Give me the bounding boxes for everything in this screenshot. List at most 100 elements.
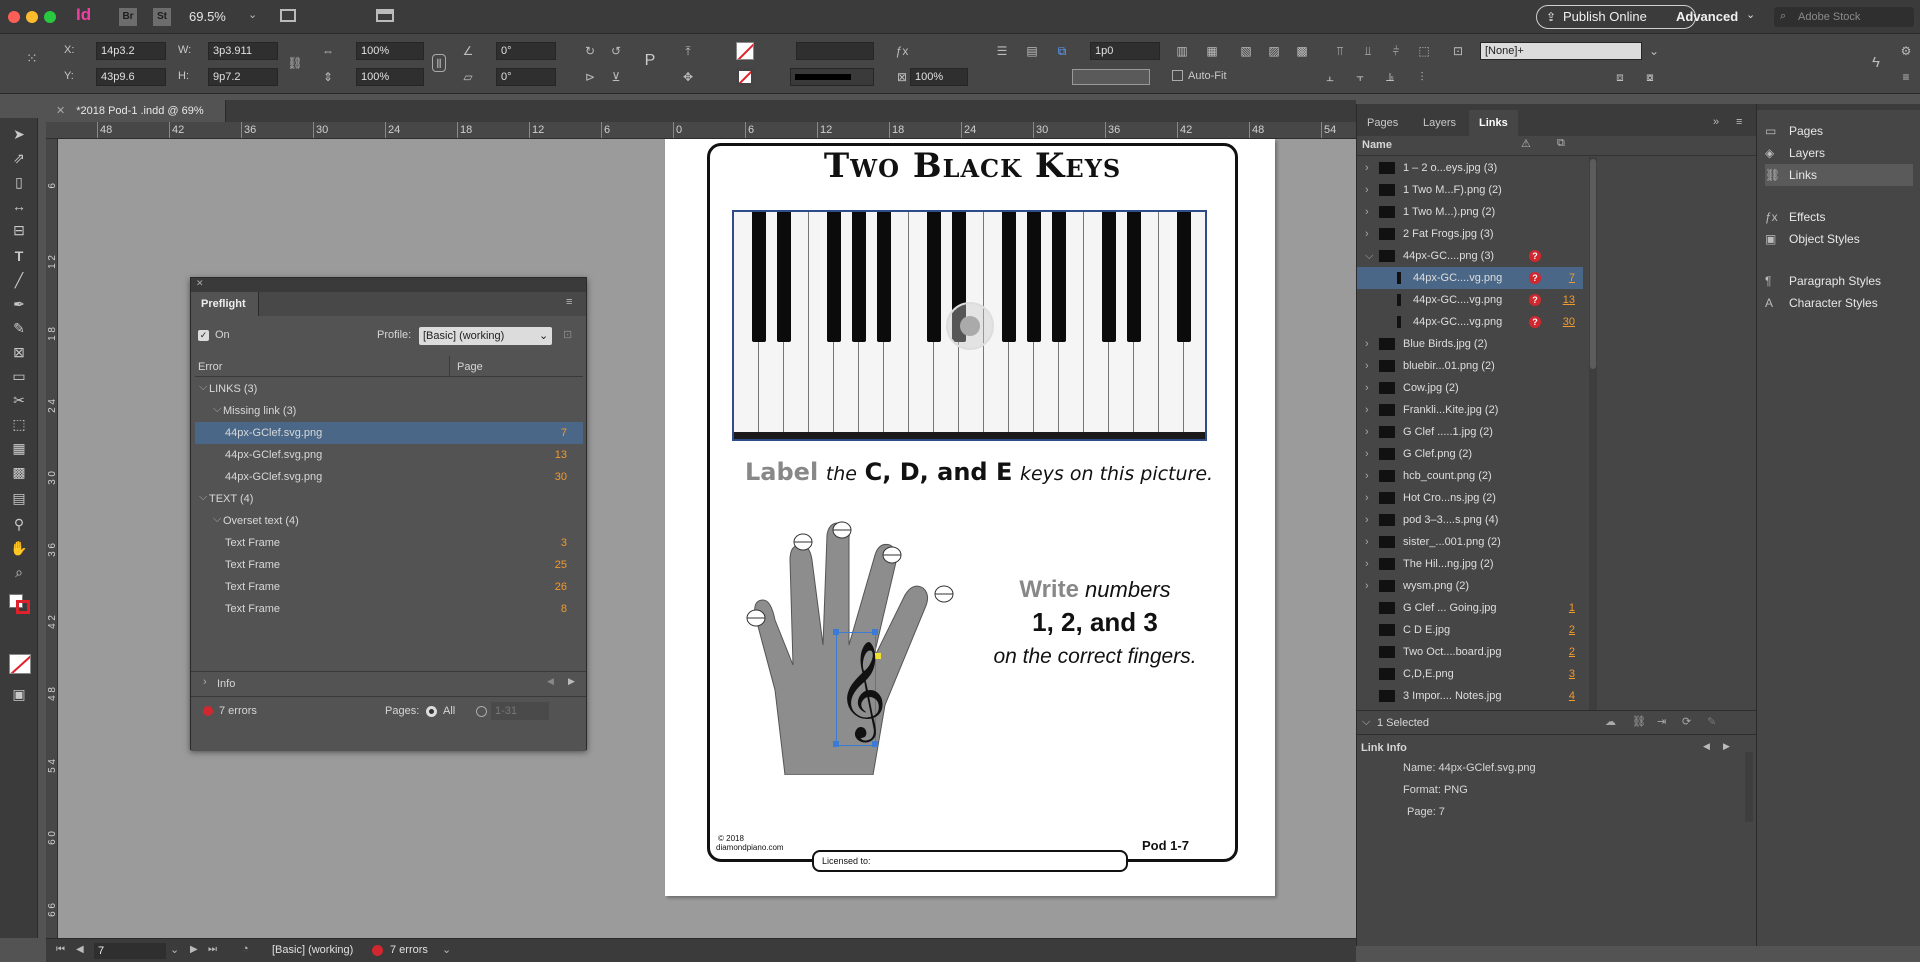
info-scrollbar[interactable]	[1745, 752, 1753, 822]
link-row[interactable]: 44px-GC....vg.png? 13	[1357, 289, 1583, 311]
close-tab-icon[interactable]: ✕	[56, 105, 65, 117]
align-bottom-edge-icon[interactable]: ⫡	[1380, 68, 1400, 86]
page-column-icon[interactable]: ⧉	[1557, 137, 1565, 150]
type-tool-icon[interactable]: T	[9, 246, 29, 266]
screen-mode-icon[interactable]: ▣	[9, 684, 29, 704]
link-row[interactable]: › wysm.png (2)	[1357, 575, 1583, 597]
panel-button-character-styles[interactable]: A Character Styles	[1765, 292, 1913, 314]
stock-button[interactable]: St	[153, 8, 171, 26]
prev-page-icon[interactable]: ◀	[76, 944, 84, 955]
link-row[interactable]: › Blue Birds.jpg (2)	[1357, 333, 1583, 355]
rectangle-frame-tool-icon[interactable]: ⊠	[9, 342, 29, 362]
object-style-select[interactable]: [None]+	[1480, 42, 1642, 60]
zoom-window-button[interactable]	[44, 11, 56, 23]
expand-icon[interactable]: ›	[1365, 355, 1369, 377]
select-content-icon[interactable]: ✥	[678, 68, 698, 86]
link-row[interactable]: › 1 Two M...).png (2)	[1357, 201, 1583, 223]
bridge-button[interactable]: Br	[119, 8, 137, 26]
copyright-text[interactable]: © 2018	[718, 834, 744, 843]
expand-icon[interactable]: ›	[1365, 531, 1369, 553]
minimize-window-button[interactable]	[26, 11, 38, 23]
fit-frame-icon[interactable]: ▨	[1264, 42, 1284, 60]
expand-icon[interactable]: ›	[1365, 179, 1369, 201]
link-page[interactable]: 2	[1569, 641, 1575, 663]
hand-tool-icon[interactable]: ✋	[9, 538, 29, 558]
preflight-group[interactable]: ⌵ Overset text (4)	[195, 510, 583, 532]
preflight-item-page[interactable]: 25	[555, 554, 567, 576]
pod-label[interactable]: Pod 1-7	[1142, 838, 1189, 853]
chevron-down-icon[interactable]: ⌵	[213, 398, 221, 420]
zoom-tool-icon[interactable]: ⌕	[9, 562, 29, 582]
expand-icon[interactable]: ›	[1365, 421, 1369, 443]
handle-br[interactable]	[872, 741, 878, 747]
open-page-icon[interactable]: ◔	[242, 943, 249, 955]
cc-libraries-icon[interactable]: ☁	[1605, 715, 1616, 728]
gap-tool-icon[interactable]: ↔	[9, 196, 29, 216]
last-page-icon[interactable]: ⏭	[208, 944, 217, 955]
link-row[interactable]: › 1 – 2 o...eys.jpg (3)	[1357, 157, 1583, 179]
write-numbers[interactable]: 1, 2, and 3	[970, 607, 1220, 638]
link-row[interactable]: 3 Impor.... Notes.jpg 4	[1357, 685, 1583, 707]
chevron-down-icon[interactable]: ⌄	[442, 943, 451, 956]
preflight-group[interactable]: ⌵ LINKS (3)	[195, 378, 583, 400]
preflight-item-page[interactable]: 7	[561, 422, 567, 444]
link-page[interactable]: 7	[1569, 267, 1575, 289]
align-top-edge-icon[interactable]: ⫠	[1320, 68, 1340, 86]
paragraph-icon[interactable]: P	[640, 52, 660, 70]
x-position-field[interactable]: 14p3.2	[96, 42, 166, 60]
apply-none-icon[interactable]	[9, 654, 31, 674]
rotate-ccw-icon[interactable]: ↺	[606, 42, 626, 60]
page-number-field[interactable]: 7	[94, 943, 166, 959]
close-icon[interactable]: ✕	[196, 278, 204, 289]
gclef-frame-selected[interactable]: 𝄞	[833, 629, 887, 747]
align-center-icon[interactable]: ▦	[1202, 42, 1222, 60]
panel-menu-icon[interactable]: ≡	[1736, 116, 1742, 128]
height-field[interactable]: 9p7.2	[208, 68, 278, 86]
scroll-thumb[interactable]	[1590, 159, 1596, 369]
update-link-icon[interactable]: ⟳	[1682, 715, 1691, 728]
distribute-spacing-icon[interactable]: ⬚	[1414, 42, 1434, 60]
expand-icon[interactable]: ›	[1365, 487, 1369, 509]
document-tab[interactable]: ✕ *2018 Pod-1 .indd @ 69%	[46, 100, 226, 122]
preflight-tab[interactable]: Preflight	[191, 292, 259, 316]
gear-icon[interactable]: ⚙	[1896, 42, 1916, 60]
warning-column-icon[interactable]: ⚠	[1521, 137, 1531, 150]
status-errors[interactable]: 7 errors	[390, 944, 428, 956]
edit-original-icon[interactable]: ✎	[1707, 715, 1716, 728]
eyedropper-tool-icon[interactable]: ⚲	[9, 514, 29, 534]
preflight-error-item[interactable]: 44px-GClef.svg.png 7	[195, 422, 583, 444]
licensed-box[interactable]: Licensed to:	[812, 850, 1128, 872]
text-wrap-box-icon[interactable]: ▤	[1022, 42, 1042, 60]
selection-tool-icon[interactable]: ➤	[9, 124, 29, 144]
link-row[interactable]: ⌵ 44px-GC....png (3)?	[1357, 245, 1583, 267]
panel-tab-links[interactable]: Links	[1469, 110, 1518, 136]
link-row[interactable]: G Clef ... Going.jpg 1	[1357, 597, 1583, 619]
chevron-down-icon[interactable]: ⌵	[1362, 716, 1370, 729]
link-row[interactable]: C,D,E.png 3	[1357, 663, 1583, 685]
preflight-item-page[interactable]: 8	[561, 598, 567, 620]
chevron-down-icon[interactable]: ⌄	[170, 943, 179, 956]
preflight-item-page[interactable]: 30	[555, 466, 567, 488]
align-left-icon[interactable]: ▥	[1172, 42, 1192, 60]
panel-tab-layers[interactable]: Layers	[1413, 110, 1466, 136]
frame-fitting-icon[interactable]: ⧉	[1052, 42, 1072, 60]
panel-button-pages[interactable]: ▭ Pages	[1765, 120, 1913, 142]
shear-field[interactable]: 0°	[496, 68, 556, 86]
fill-swatch[interactable]	[736, 42, 754, 60]
link-page[interactable]: 13	[1563, 289, 1575, 311]
flip-vertical-icon[interactable]: ⊻	[606, 68, 626, 86]
chevron-down-icon[interactable]: ⌄	[1644, 42, 1664, 60]
preflight-item-page[interactable]: 26	[555, 576, 567, 598]
opacity-field[interactable]: 100%	[910, 68, 968, 86]
align-top-icon[interactable]: ⫪	[1330, 42, 1350, 60]
align-bottom-icon[interactable]: ⫩	[1386, 42, 1406, 60]
align-vcenter-icon[interactable]: ⫟	[1350, 68, 1370, 86]
link-row[interactable]: › sister_...001.png (2)	[1357, 531, 1583, 553]
panel-button-paragraph-styles[interactable]: ¶ Paragraph Styles	[1765, 270, 1913, 292]
expand-icon[interactable]: ›	[1365, 157, 1369, 179]
stroke-color-icon[interactable]	[16, 600, 30, 614]
panel-button-links[interactable]: ⛓ Links	[1765, 164, 1913, 186]
link-row[interactable]: › Cow.jpg (2)	[1357, 377, 1583, 399]
link-row[interactable]: › G Clef.png (2)	[1357, 443, 1583, 465]
pages-all-radio[interactable]	[426, 706, 437, 717]
